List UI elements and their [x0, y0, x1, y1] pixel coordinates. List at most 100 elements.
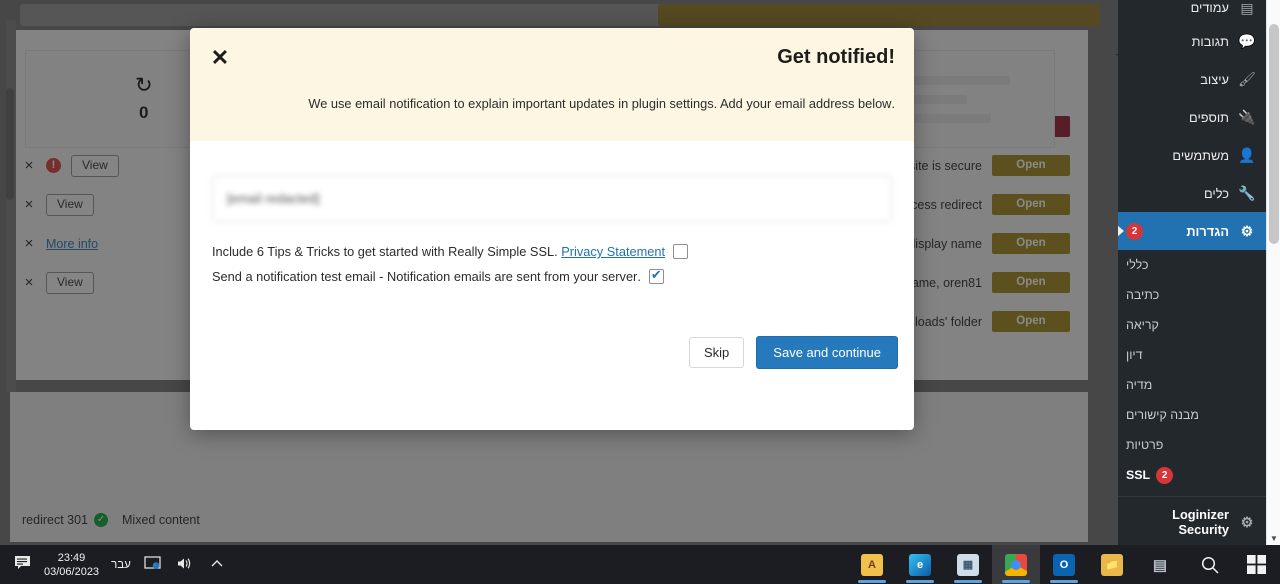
skip-button[interactable]: Skip: [689, 337, 745, 368]
ssl-update-badge: 2: [1156, 466, 1174, 484]
sidebar-item-label: עמודים: [1190, 0, 1229, 15]
clock-time: 23:49: [57, 551, 86, 564]
tips-checkbox[interactable]: [673, 244, 689, 259]
volume-icon[interactable]: [175, 556, 195, 574]
dismiss-icon[interactable]: ×: [22, 236, 36, 251]
sidebar-subitem-discussion[interactable]: דיון: [1118, 340, 1266, 370]
taskbar-system-tray-left: 23:49 03/06/2023 עבר: [0, 551, 227, 579]
modal-actions: Skip Save and continue: [689, 336, 898, 369]
task-description: display name: [908, 236, 982, 251]
sidebar-item-appearance[interactable]: 🖌 עיצוב: [1118, 60, 1266, 98]
status-badge[interactable]: Open: [992, 233, 1070, 254]
browser-scrollbar[interactable]: ▼: [1266, 0, 1280, 545]
taskbar-app-google-chrome[interactable]: [992, 545, 1040, 584]
search-icon[interactable]: [1188, 545, 1232, 584]
tips-text: Include 6 Tips & Tricks to get started w…: [212, 244, 558, 259]
taskbar-app-acrobat-reader[interactable]: A: [848, 545, 896, 584]
sidebar-item-settings[interactable]: ⚙ הגדרות 2: [1118, 212, 1266, 250]
sidebar-item-loginizer-security[interactable]: ⚙ Loginizer Security: [1118, 503, 1266, 541]
modal-header: ✕ !Get notified .We use email notificati…: [190, 28, 914, 141]
stat-value: 0: [139, 103, 149, 122]
taskbar-app-microsoft-outlook[interactable]: O: [1040, 545, 1088, 584]
sidebar-subitem-permalinks[interactable]: מבנה קישורים: [1118, 400, 1266, 430]
sidebar-subitem-privacy[interactable]: פרטיות: [1118, 430, 1266, 460]
task-description: ame, oren81: [911, 275, 982, 290]
task-description: loads' folder: [914, 314, 982, 329]
status-badge[interactable]: Open: [992, 272, 1070, 293]
sidebar-item-plugins[interactable]: 🔌 תוספים: [1118, 98, 1266, 136]
dismiss-icon[interactable]: ×: [22, 197, 36, 212]
show-hidden-icons-chevron-up-icon[interactable]: [207, 557, 227, 573]
status-badge[interactable]: Open: [992, 194, 1070, 215]
sidebar-subitem-label: פרטיות: [1126, 438, 1164, 452]
display-icon[interactable]: [143, 555, 163, 574]
sidebar-item-label: תוספים: [1189, 109, 1229, 125]
modal-body: Include 6 Tips & Tricks to get started w…: [190, 141, 914, 387]
mixed-content-status: Mixed content: [122, 513, 200, 527]
clock[interactable]: 23:49 03/06/2023: [44, 551, 99, 579]
top-progress-bar: [20, 4, 1100, 26]
top-progress-fill: [658, 4, 1100, 26]
scroll-down-arrow-icon[interactable]: ▼: [1267, 534, 1280, 543]
view-button[interactable]: View: [46, 271, 94, 294]
tools-wrench-icon: 🔧: [1238, 184, 1256, 201]
taskbar-app-microsoft-store[interactable]: ▦: [944, 545, 992, 584]
sidebar-item-label: Loginizer Security: [1172, 507, 1229, 537]
sidebar-item-pages[interactable]: ▤ עמודים: [1118, 0, 1266, 22]
sidebar-item-users[interactable]: 👤 משתמשים: [1118, 136, 1266, 174]
browser-scrollbar-thumb[interactable]: [1269, 24, 1279, 244]
tips-option-row[interactable]: Include 6 Tips & Tricks to get started w…: [212, 244, 892, 259]
taskbar-app-microsoft-edge[interactable]: e: [896, 545, 944, 584]
modal-subtitle: .We use email notification to explain im…: [308, 96, 895, 111]
notifications-icon[interactable]: [12, 555, 32, 575]
windows-taskbar: 23:49 03/06/2023 עבר A e ▦ O 📁 ▤: [0, 545, 1280, 584]
test-email-option-label: .Send a notification test email - Notifi…: [212, 269, 641, 284]
sidebar-subitem-label: כתיבה: [1126, 288, 1160, 302]
get-notified-modal: ✕ !Get notified .We use email notificati…: [190, 28, 914, 430]
test-email-option-row[interactable]: .Send a notification test email - Notifi…: [212, 267, 892, 284]
sidebar-item-tools[interactable]: 🔧 כלים: [1118, 174, 1266, 212]
save-and-continue-button[interactable]: Save and continue: [756, 336, 898, 369]
comments-icon: 💬: [1238, 32, 1256, 49]
pages-icon: ▤: [1240, 0, 1254, 16]
sidebar-subitem-label: דיון: [1126, 348, 1143, 362]
modal-title: !Get notified: [777, 46, 895, 68]
sidebar-item-label: משתמשים: [1172, 147, 1229, 163]
sidebar-subitem-ssl[interactable]: 2 SSL: [1118, 460, 1266, 490]
inner-scrollbar-track[interactable]: [6, 20, 16, 392]
sidebar-subitem-general[interactable]: כללי: [1118, 250, 1266, 280]
view-button[interactable]: View: [46, 193, 94, 216]
start-windows-icon[interactable]: [1234, 545, 1278, 584]
taskbar-app-file-explorer[interactable]: 📁: [1088, 545, 1136, 584]
sidebar-divider: [1118, 496, 1266, 497]
close-icon[interactable]: ✕: [207, 45, 233, 71]
redirect-label: redirect 301: [22, 513, 89, 527]
sidebar-item-comments[interactable]: 💬 תגובות: [1118, 22, 1266, 60]
privacy-statement-link[interactable]: Privacy Statement: [561, 244, 665, 259]
test-email-checkbox[interactable]: [648, 267, 664, 284]
sidebar-item-label: כלים: [1204, 185, 1229, 201]
check-circle-icon: ✓: [94, 513, 109, 527]
language-indicator[interactable]: עבר: [111, 559, 131, 571]
alert-icon: !: [46, 158, 61, 173]
task-description: site is secure: [909, 158, 982, 173]
taskbar-app-movie-maker[interactable]: ▤: [1136, 545, 1184, 584]
view-button[interactable]: View: [71, 154, 119, 177]
wp-admin-sidebar: ▤ עמודים 💬 תגובות 🖌 עיצוב 🔌 תוספים 👤 משת…: [1118, 0, 1266, 545]
sidebar-subitem-label: SSL: [1126, 468, 1151, 482]
sidebar-subitem-writing[interactable]: כתיבה: [1118, 280, 1266, 310]
dismiss-icon[interactable]: ×: [22, 275, 36, 290]
inner-scrollbar-thumb[interactable]: [6, 88, 14, 200]
sidebar-subitem-reading[interactable]: קריאה: [1118, 310, 1266, 340]
sidebar-subitem-media[interactable]: מדיה: [1118, 370, 1266, 400]
email-field[interactable]: [212, 175, 892, 222]
dismiss-icon[interactable]: ×: [22, 158, 36, 173]
users-icon: 👤: [1238, 146, 1256, 163]
appearance-brush-icon: 🖌: [1238, 70, 1256, 87]
sidebar-subitem-label: מדיה: [1126, 378, 1153, 392]
redirect-status: redirect 301 ✓: [22, 513, 109, 527]
status-badge[interactable]: Open: [992, 311, 1070, 332]
more-info-link[interactable]: More info: [46, 237, 98, 251]
sidebar-item-label: הגדרות: [1186, 223, 1229, 239]
status-badge[interactable]: Open: [992, 155, 1070, 176]
